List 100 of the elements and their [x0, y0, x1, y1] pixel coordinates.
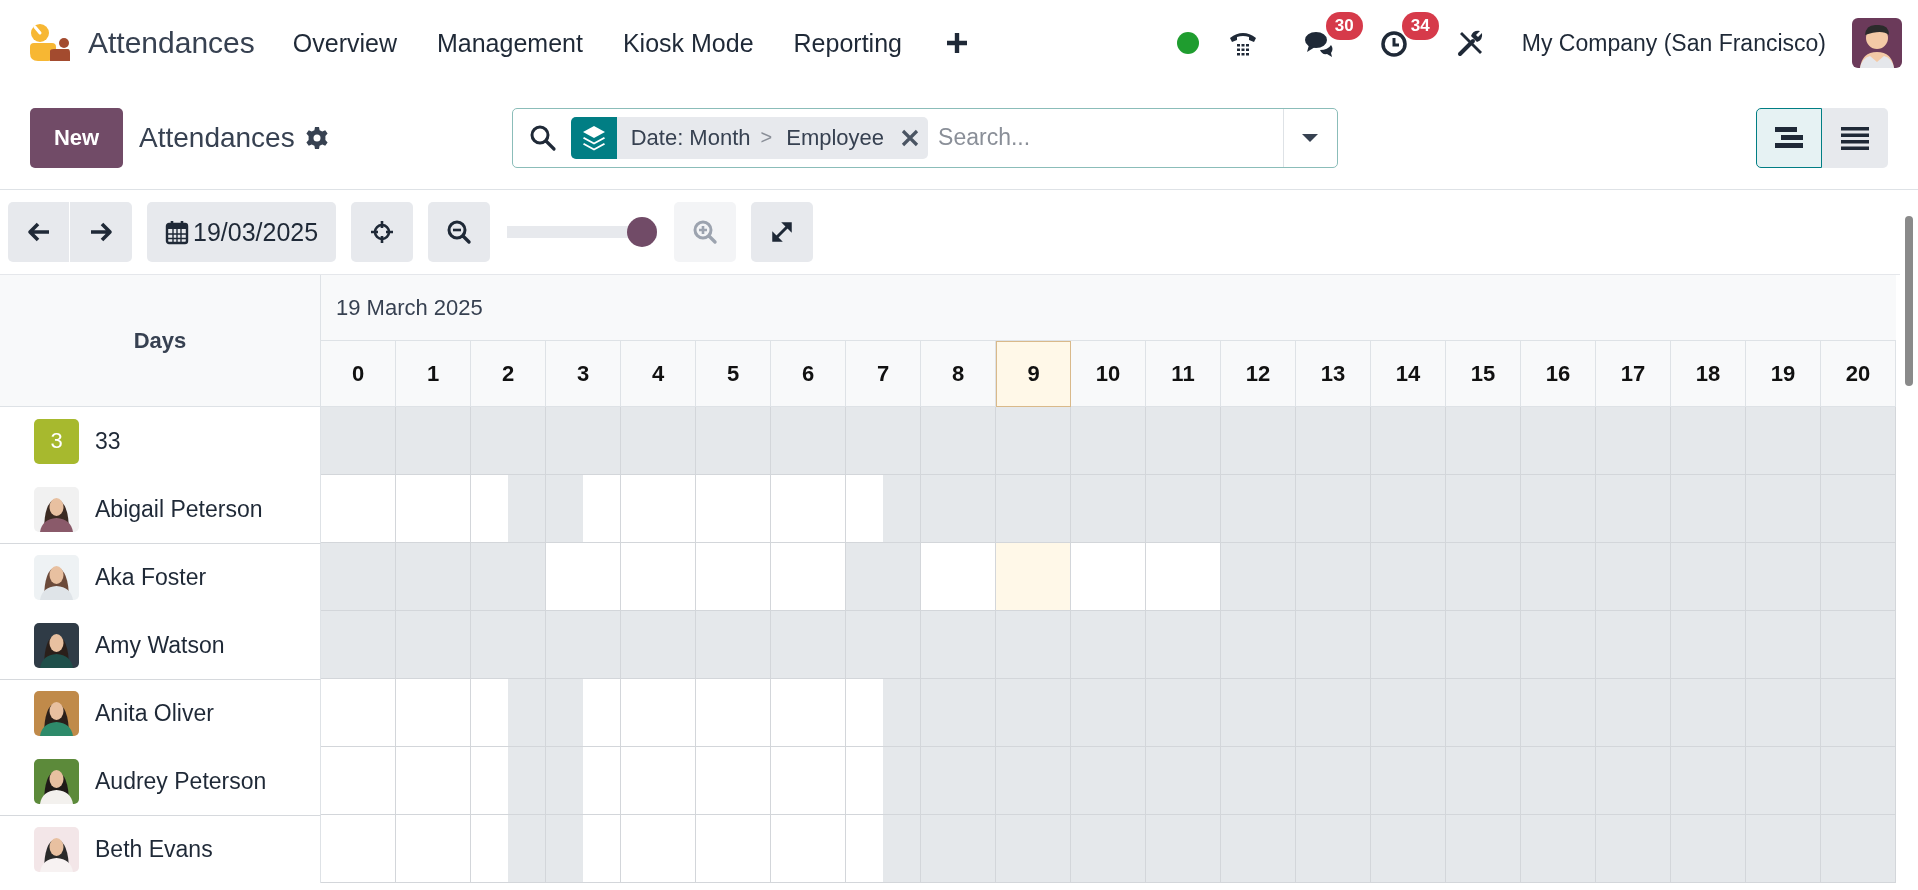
- schedule-slot[interactable]: [1146, 611, 1183, 679]
- new-button[interactable]: New: [30, 107, 123, 168]
- schedule-slot[interactable]: [996, 407, 1033, 475]
- schedule-slot[interactable]: [1371, 815, 1408, 883]
- schedule-slot[interactable]: [1033, 815, 1071, 883]
- previous-button[interactable]: [8, 202, 70, 262]
- schedule-slot[interactable]: [583, 543, 621, 611]
- schedule-slot[interactable]: [1108, 611, 1146, 679]
- schedule-slot[interactable]: [1858, 543, 1896, 611]
- schedule-slot[interactable]: [696, 611, 733, 679]
- schedule-slot[interactable]: [1033, 611, 1071, 679]
- app-name[interactable]: Attendances: [88, 26, 255, 60]
- schedule-slot[interactable]: [883, 543, 921, 611]
- schedule-slot[interactable]: [1221, 543, 1258, 611]
- schedule-slot[interactable]: [921, 611, 958, 679]
- schedule-slot[interactable]: [1671, 815, 1708, 883]
- schedule-slot[interactable]: [1821, 815, 1858, 883]
- schedule-slot[interactable]: [996, 611, 1033, 679]
- schedule-slot[interactable]: [1296, 815, 1333, 883]
- schedule-slot[interactable]: [1858, 747, 1896, 815]
- schedule-slot[interactable]: [1221, 407, 1258, 475]
- schedule-slot[interactable]: [1071, 611, 1108, 679]
- schedule-slot[interactable]: [433, 747, 471, 815]
- schedule-slot[interactable]: [846, 611, 883, 679]
- slider-thumb[interactable]: [627, 217, 658, 247]
- schedule-slot[interactable]: [396, 543, 433, 611]
- schedule-slot[interactable]: [508, 815, 546, 883]
- schedule-slot[interactable]: [396, 611, 433, 679]
- schedule-slot[interactable]: [958, 611, 996, 679]
- schedule-slot[interactable]: [1483, 815, 1521, 883]
- schedule-slot[interactable]: [1183, 543, 1221, 611]
- schedule-slot[interactable]: [1108, 407, 1146, 475]
- view-switch-button[interactable]: [1756, 107, 1822, 168]
- schedule-slot[interactable]: [358, 815, 396, 883]
- schedule-slot[interactable]: [771, 611, 808, 679]
- schedule-slot[interactable]: [996, 815, 1033, 883]
- schedule-slot[interactable]: [1183, 475, 1221, 543]
- search-input[interactable]: Search...: [936, 123, 1283, 152]
- settings-icon[interactable]: [304, 125, 329, 150]
- schedule-slot[interactable]: [546, 747, 583, 815]
- schedule-slot[interactable]: [1146, 407, 1183, 475]
- next-button[interactable]: [70, 202, 132, 262]
- menu-item[interactable]: Kiosk Mode: [622, 28, 754, 58]
- schedule-slot[interactable]: [1071, 475, 1108, 543]
- schedule-slot[interactable]: [1296, 407, 1333, 475]
- schedule-slot[interactable]: [808, 679, 846, 747]
- schedule-slot[interactable]: [1858, 407, 1896, 475]
- schedule-slot[interactable]: [846, 543, 883, 611]
- schedule-slot[interactable]: [883, 611, 921, 679]
- schedule-slot[interactable]: [321, 611, 358, 679]
- schedule-slot[interactable]: [1446, 815, 1483, 883]
- schedule-slot[interactable]: [921, 407, 958, 475]
- schedule-slot[interactable]: [1671, 407, 1708, 475]
- schedule-slot[interactable]: [658, 475, 696, 543]
- schedule-slot[interactable]: [471, 407, 508, 475]
- schedule-slot[interactable]: [1483, 407, 1521, 475]
- employee-row-header[interactable]: Anita Oliver: [0, 679, 321, 747]
- schedule-slot[interactable]: [733, 679, 771, 747]
- date-picker-button[interactable]: 19/03/2025: [147, 202, 337, 262]
- schedule-slot[interactable]: [508, 407, 546, 475]
- schedule-slot[interactable]: [808, 747, 846, 815]
- schedule-slot[interactable]: [1221, 475, 1258, 543]
- schedule-slot[interactable]: [471, 611, 508, 679]
- schedule-slot[interactable]: [921, 815, 958, 883]
- schedule-slot[interactable]: [433, 611, 471, 679]
- schedule-slot[interactable]: [1108, 543, 1146, 611]
- schedule-slot[interactable]: [1183, 611, 1221, 679]
- schedule-slot[interactable]: [1746, 815, 1783, 883]
- schedule-slot[interactable]: [1071, 407, 1108, 475]
- schedule-slot[interactable]: [1183, 815, 1221, 883]
- filter-facet[interactable]: Date: Month > Employee: [570, 116, 929, 159]
- schedule-slot[interactable]: [1783, 815, 1821, 883]
- company-switcher[interactable]: My Company (San Francisco): [1521, 29, 1826, 57]
- app-logo-icon[interactable]: [28, 23, 72, 63]
- schedule-slot[interactable]: [1258, 407, 1296, 475]
- schedule-slot[interactable]: [508, 543, 546, 611]
- schedule-slot[interactable]: [1033, 543, 1071, 611]
- schedule-slot[interactable]: [1558, 407, 1596, 475]
- schedule-slot[interactable]: [996, 543, 1033, 611]
- schedule-slot[interactable]: [771, 407, 808, 475]
- schedule-slot[interactable]: [658, 679, 696, 747]
- schedule-slot[interactable]: [358, 475, 396, 543]
- schedule-slot[interactable]: [546, 815, 583, 883]
- schedule-slot[interactable]: [583, 747, 621, 815]
- schedule-slot[interactable]: [508, 679, 546, 747]
- schedule-slot[interactable]: [546, 407, 583, 475]
- schedule-slot[interactable]: [1108, 475, 1146, 543]
- schedule-slot[interactable]: [996, 475, 1033, 543]
- schedule-slot[interactable]: [1708, 407, 1746, 475]
- schedule-slot[interactable]: [433, 679, 471, 747]
- schedule-slot[interactable]: [883, 407, 921, 475]
- schedule-slot[interactable]: [883, 747, 921, 815]
- focus-today-button[interactable]: [351, 202, 414, 262]
- schedule-slot[interactable]: [958, 543, 996, 611]
- schedule-slot[interactable]: [808, 815, 846, 883]
- schedule-slot[interactable]: [733, 815, 771, 883]
- schedule-slot[interactable]: [1033, 407, 1071, 475]
- schedule-slot[interactable]: [583, 679, 621, 747]
- schedule-slot[interactable]: [1333, 407, 1371, 475]
- schedule-slot[interactable]: [1633, 407, 1671, 475]
